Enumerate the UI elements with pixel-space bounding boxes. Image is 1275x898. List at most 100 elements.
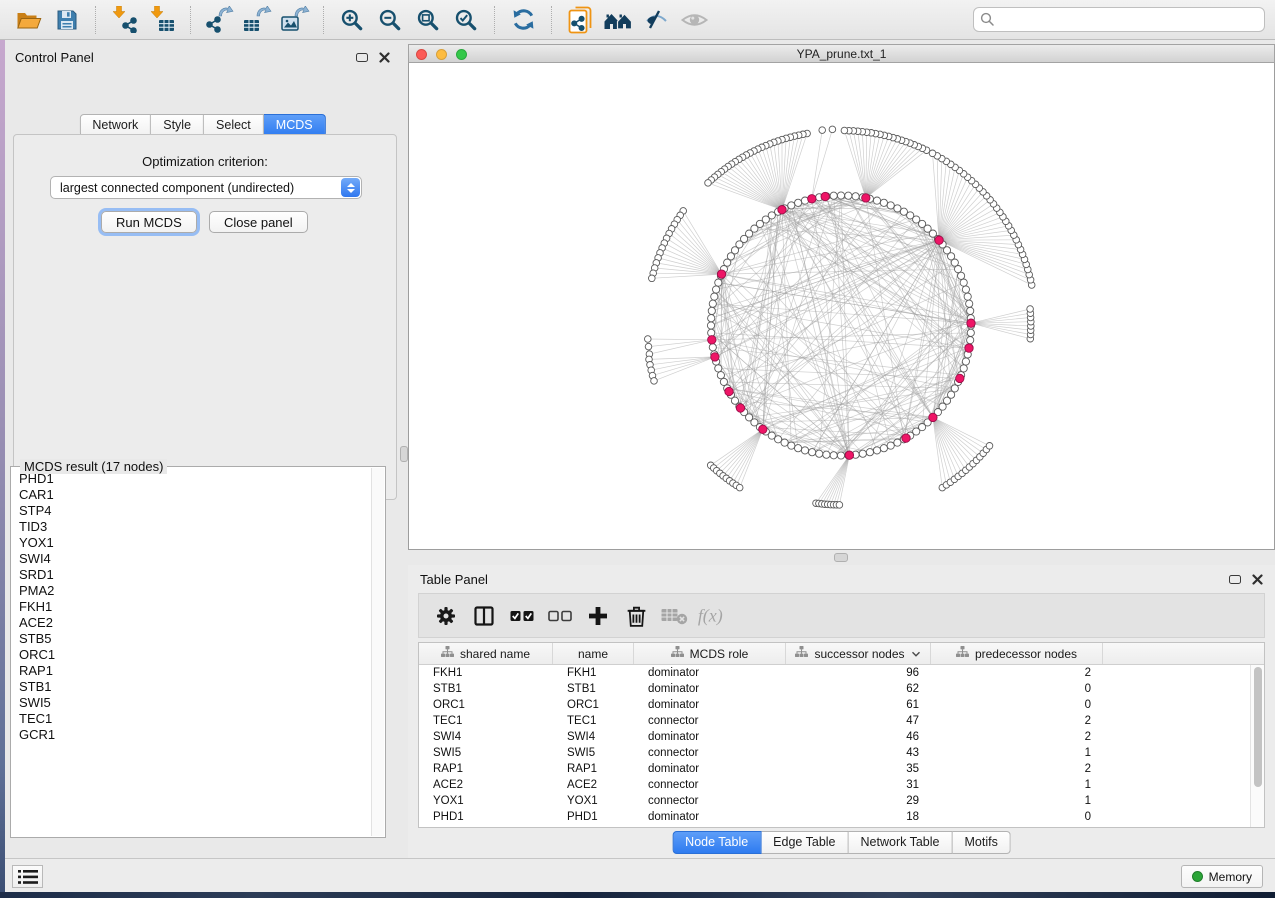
table-row[interactable]: ORC1ORC1dominator610	[419, 697, 1250, 713]
mcds-hub-node[interactable]	[708, 336, 716, 344]
network-canvas[interactable]	[408, 63, 1275, 550]
refresh-view-button[interactable]	[507, 4, 539, 36]
network-node[interactable]	[816, 450, 823, 457]
mcds-hub-node[interactable]	[778, 206, 786, 214]
network-node[interactable]	[962, 358, 969, 365]
run-mcds-button[interactable]: Run MCDS	[101, 211, 197, 233]
close-panel-button[interactable]: Close panel	[209, 211, 308, 233]
mcds-result-item[interactable]: STP4	[19, 503, 371, 519]
table-row[interactable]: ACE2ACE2connector311	[419, 777, 1250, 793]
maximize-window-icon[interactable]	[456, 49, 467, 60]
network-node[interactable]	[823, 451, 830, 458]
network-node[interactable]	[894, 205, 901, 212]
mcds-hub-node[interactable]	[862, 194, 870, 202]
export-network-button[interactable]	[203, 4, 235, 36]
mcds-result-item[interactable]: TID3	[19, 519, 371, 535]
mcds-hub-node[interactable]	[821, 192, 829, 200]
network-node[interactable]	[709, 344, 716, 351]
open-file-button[interactable]	[13, 4, 45, 36]
tab-network-table[interactable]: Network Table	[849, 831, 953, 854]
select-all-button[interactable]	[505, 599, 539, 633]
mcds-result-item[interactable]: TEC1	[19, 711, 371, 727]
table-row[interactable]: SWI4SWI4dominator462	[419, 729, 1250, 745]
network-node[interactable]	[781, 439, 788, 446]
tab-motifs[interactable]: Motifs	[952, 831, 1010, 854]
deselect-all-button[interactable]	[543, 599, 577, 633]
table-row[interactable]: SWI5SWI5connector431	[419, 745, 1250, 761]
scrollbar-thumb[interactable]	[1254, 667, 1262, 787]
import-table-button[interactable]	[146, 4, 178, 36]
network-node[interactable]	[900, 208, 907, 215]
network-node[interactable]	[967, 307, 974, 314]
import-network-button[interactable]	[108, 4, 140, 36]
column-header-shared-name[interactable]: shared name	[419, 643, 553, 664]
network-graph[interactable]	[409, 63, 1274, 549]
export-image-button[interactable]	[279, 4, 311, 36]
network-node[interactable]	[708, 315, 715, 322]
network-node[interactable]	[788, 202, 795, 209]
network-node[interactable]	[711, 293, 718, 300]
mcds-hub-node[interactable]	[965, 344, 973, 352]
network-leaf-node[interactable]	[645, 336, 652, 343]
close-window-icon[interactable]	[416, 49, 427, 60]
zoom-out-button[interactable]	[374, 4, 406, 36]
mcds-result-item[interactable]: YOX1	[19, 535, 371, 551]
mcds-hub-node[interactable]	[759, 425, 767, 433]
network-node[interactable]	[720, 378, 727, 385]
memory-button[interactable]: Memory	[1181, 865, 1263, 888]
splitter-grip[interactable]	[834, 553, 848, 562]
mcds-hub-node[interactable]	[902, 434, 910, 442]
table-row[interactable]: FKH1FKH1dominator962	[419, 665, 1250, 681]
network-leaf-node[interactable]	[829, 126, 836, 133]
network-node[interactable]	[894, 439, 901, 446]
network-node[interactable]	[962, 286, 969, 293]
close-panel-icon[interactable]	[1252, 574, 1263, 585]
result-scrollbar[interactable]	[371, 468, 384, 836]
toggle-columns-button[interactable]	[467, 599, 501, 633]
mcds-result-item[interactable]: FKH1	[19, 599, 371, 615]
network-node[interactable]	[801, 447, 808, 454]
add-column-button[interactable]	[581, 599, 615, 633]
mcds-result-item[interactable]: PHD1	[19, 471, 371, 487]
network-node[interactable]	[852, 193, 859, 200]
network-node[interactable]	[809, 449, 816, 456]
table-row[interactable]: PHD1PHD1dominator180	[419, 809, 1250, 825]
table-row[interactable]: YOX1YOX1connector291	[419, 793, 1250, 809]
network-node[interactable]	[715, 365, 722, 372]
network-leaf-node[interactable]	[649, 275, 656, 282]
zoom-in-button[interactable]	[336, 4, 368, 36]
tab-edge-table[interactable]: Edge Table	[761, 831, 848, 854]
network-node[interactable]	[955, 266, 962, 273]
network-node[interactable]	[966, 300, 973, 307]
delete-column-button[interactable]	[619, 599, 653, 633]
mcds-hub-node[interactable]	[736, 404, 744, 412]
network-node[interactable]	[880, 199, 887, 206]
network-leaf-node[interactable]	[705, 180, 712, 187]
table-scrollbar[interactable]	[1250, 665, 1264, 827]
mcds-hub-node[interactable]	[808, 195, 816, 203]
network-leaf-node[interactable]	[841, 127, 848, 134]
mcds-hub-node[interactable]	[935, 236, 943, 244]
network-node[interactable]	[964, 293, 971, 300]
network-node[interactable]	[887, 202, 894, 209]
network-leaf-node[interactable]	[645, 343, 652, 350]
network-node[interactable]	[845, 192, 852, 199]
network-node[interactable]	[960, 279, 967, 286]
mcds-hub-node[interactable]	[845, 451, 853, 459]
mcds-hub-node[interactable]	[725, 387, 733, 395]
column-header-MCDS-role[interactable]: MCDS role	[634, 643, 786, 664]
close-panel-icon[interactable]	[379, 52, 390, 63]
mcds-result-item[interactable]: PMA2	[19, 583, 371, 599]
export-table-button[interactable]	[241, 4, 273, 36]
save-session-button[interactable]	[51, 4, 83, 36]
network-node[interactable]	[709, 300, 716, 307]
network-node[interactable]	[958, 272, 965, 279]
network-node[interactable]	[830, 452, 837, 459]
table-settings-button[interactable]	[429, 599, 463, 633]
vertical-splitter[interactable]	[400, 40, 408, 858]
network-node[interactable]	[795, 445, 802, 452]
horizontal-splitter[interactable]	[408, 550, 1275, 565]
network-node[interactable]	[967, 337, 974, 344]
network-node[interactable]	[788, 442, 795, 449]
mcds-result-item[interactable]: SWI4	[19, 551, 371, 567]
